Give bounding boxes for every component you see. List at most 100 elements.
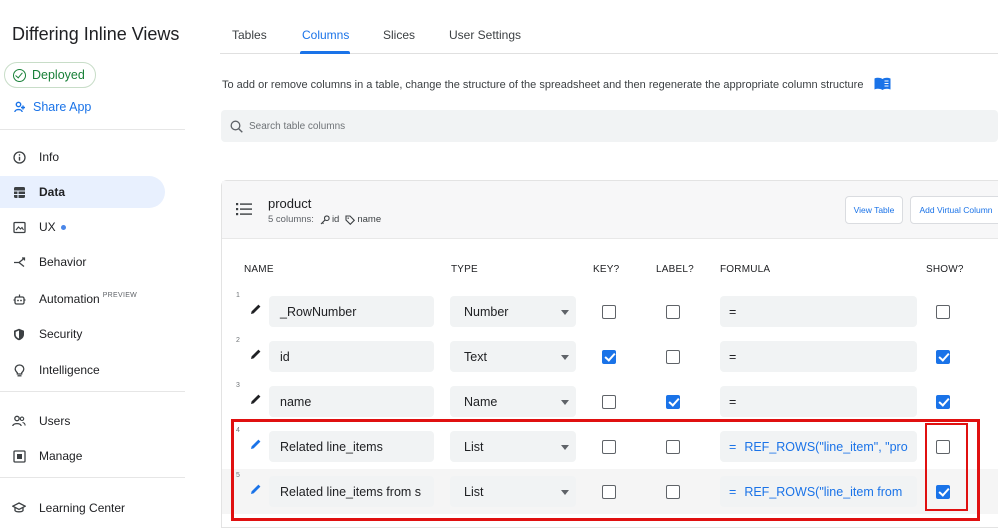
- column-header-label: LABEL?: [656, 264, 694, 275]
- sidebar: Differing Inline Views Deployed Share Ap…: [0, 0, 185, 528]
- sidebar-item-label: Intelligence: [39, 363, 100, 377]
- show-checkbox[interactable]: [936, 305, 950, 319]
- users-icon: [12, 414, 26, 428]
- sidebar-divider: [0, 129, 185, 130]
- book-icon[interactable]: [874, 77, 891, 91]
- column-header-key: KEY?: [593, 264, 620, 275]
- row-number: 2: [236, 337, 240, 344]
- sidebar-item-data[interactable]: Data: [0, 176, 165, 208]
- column-type-select[interactable]: List: [450, 431, 576, 462]
- tab-user-settings[interactable]: User Settings: [449, 28, 521, 42]
- column-type-select[interactable]: Name: [450, 386, 576, 417]
- sidebar-item-manage[interactable]: Manage: [0, 440, 165, 472]
- deployed-status-badge[interactable]: Deployed: [4, 62, 96, 88]
- tab-tables[interactable]: Tables: [232, 28, 267, 42]
- key-column-tag: id: [320, 214, 339, 225]
- automation-icon: [12, 292, 26, 306]
- search-columns-input[interactable]: [249, 120, 649, 132]
- sidebar-item-learning-center[interactable]: Learning Center: [0, 492, 165, 524]
- tab-slices[interactable]: Slices: [383, 28, 415, 42]
- lightbulb-icon: [12, 363, 26, 377]
- column-name-field[interactable]: _RowNumber: [269, 296, 434, 327]
- sidebar-divider: [0, 391, 185, 392]
- edit-pencil-icon[interactable]: [250, 303, 262, 315]
- column-name-field[interactable]: Related line_items from s: [269, 476, 434, 507]
- label-checkbox[interactable]: [666, 395, 680, 409]
- row-number: 3: [236, 382, 240, 389]
- label-column-tag: name: [345, 214, 381, 225]
- behavior-icon: [12, 255, 26, 269]
- show-checkbox[interactable]: [936, 395, 950, 409]
- formula-field[interactable]: =: [720, 386, 917, 417]
- formula-field[interactable]: =: [720, 296, 917, 327]
- sidebar-item-label: Manage: [39, 449, 83, 463]
- table-row: 4 Related line_items List = REF_ROWS("lin…: [222, 424, 998, 469]
- label-checkbox[interactable]: [666, 485, 680, 499]
- search-bar: [221, 110, 998, 142]
- sidebar-item-ux[interactable]: UX: [0, 211, 165, 243]
- label-checkbox[interactable]: [666, 305, 680, 319]
- deployed-label: Deployed: [32, 68, 85, 82]
- row-number: 1: [236, 292, 240, 299]
- column-header-show: SHOW?: [926, 264, 964, 275]
- table-meta: 5 columns: id name: [268, 214, 381, 225]
- edit-pencil-icon[interactable]: [250, 438, 262, 450]
- column-header-formula: FORMULA: [720, 264, 771, 275]
- column-name-field[interactable]: Related line_items: [269, 431, 434, 462]
- sidebar-item-users[interactable]: Users: [0, 405, 165, 437]
- column-type-select[interactable]: Number: [450, 296, 576, 327]
- show-checkbox[interactable]: [936, 350, 950, 364]
- active-tab-indicator: [300, 51, 350, 54]
- sidebar-item-label: Users: [39, 414, 71, 428]
- table-row: 5 Related line_items from s List = REF_RO…: [222, 469, 998, 514]
- tab-columns[interactable]: Columns: [302, 28, 349, 42]
- edit-pencil-icon[interactable]: [250, 348, 262, 360]
- sidebar-item-automation[interactable]: Automation PREVIEW: [0, 283, 165, 315]
- formula-field[interactable]: =: [720, 341, 917, 372]
- column-count: 5 columns:: [268, 214, 314, 225]
- list-icon: [236, 203, 252, 216]
- formula-field[interactable]: = REF_ROWS("line_item from: [720, 476, 917, 507]
- key-checkbox[interactable]: [602, 440, 616, 454]
- share-app-label: Share App: [33, 100, 92, 114]
- formula-field[interactable]: = REF_ROWS("line_item", "pro: [720, 431, 917, 462]
- share-app-button[interactable]: Share App: [14, 100, 91, 114]
- share-users-icon: [14, 101, 25, 113]
- edit-pencil-icon[interactable]: [250, 483, 262, 495]
- key-checkbox[interactable]: [602, 305, 616, 319]
- view-table-button[interactable]: View Table: [845, 196, 903, 224]
- column-name-field[interactable]: id: [269, 341, 434, 372]
- table-name: product: [268, 196, 312, 211]
- column-type-select[interactable]: List: [450, 476, 576, 507]
- chevron-down-icon: [561, 310, 569, 315]
- show-checkbox[interactable]: [936, 485, 950, 499]
- sidebar-item-info[interactable]: Info: [0, 141, 165, 173]
- column-name-field[interactable]: name: [269, 386, 434, 417]
- sidebar-item-security[interactable]: Security: [0, 318, 165, 350]
- sidebar-item-label: Security: [39, 327, 83, 341]
- column-header-type: TYPE: [451, 264, 478, 275]
- label-tag-icon: [345, 214, 356, 225]
- data-icon: [12, 185, 26, 199]
- sidebar-item-behavior[interactable]: Behavior: [0, 246, 165, 278]
- manage-icon: [12, 449, 26, 463]
- table-columns-card: product 5 columns: id name View Table Ad…: [221, 180, 998, 528]
- top-tab-bar: Tables Columns Slices User Settings: [220, 0, 998, 54]
- column-header-name: NAME: [244, 264, 274, 275]
- label-checkbox[interactable]: [666, 350, 680, 364]
- label-checkbox[interactable]: [666, 440, 680, 454]
- edit-pencil-icon[interactable]: [250, 393, 262, 405]
- key-checkbox[interactable]: [602, 350, 616, 364]
- column-type-select[interactable]: Text: [450, 341, 576, 372]
- row-number: 4: [236, 427, 240, 434]
- preview-badge: PREVIEW: [102, 291, 138, 299]
- key-checkbox[interactable]: [602, 485, 616, 499]
- row-number: 5: [236, 472, 240, 479]
- sidebar-item-label: Automation: [39, 292, 100, 306]
- chevron-down-icon: [561, 490, 569, 495]
- sidebar-item-intelligence[interactable]: Intelligence: [0, 354, 165, 386]
- app-title: Differing Inline Views: [12, 24, 180, 44]
- show-checkbox[interactable]: [936, 440, 950, 454]
- add-virtual-column-button[interactable]: Add Virtual Column: [910, 196, 998, 224]
- key-checkbox[interactable]: [602, 395, 616, 409]
